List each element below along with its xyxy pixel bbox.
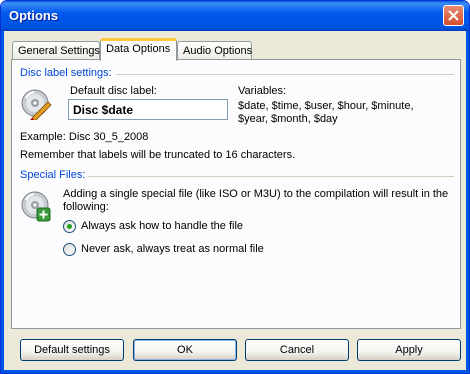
variables-line-1: $date, $time, $user, $hour, $minute, xyxy=(238,100,414,112)
window-title: Options xyxy=(9,8,59,23)
always-ask-radio[interactable] xyxy=(63,220,76,233)
radio-selected-dot xyxy=(67,224,72,229)
window-border-left xyxy=(1,31,4,373)
cancel-button[interactable]: Cancel xyxy=(245,339,349,361)
tab-panel-data-options: Disc label settings: Default disc label:… xyxy=(11,59,461,329)
tab-audio-options[interactable]: Audio Options xyxy=(177,41,252,60)
special-files-description-line-1: Adding a single special file (like ISO o… xyxy=(63,188,449,200)
title-bar[interactable]: Options xyxy=(1,1,469,31)
variables-line-2: $year, $month, $day xyxy=(238,113,338,125)
example-label: Example: Disc 30_5_2008 xyxy=(20,131,149,143)
window-border-right xyxy=(466,31,469,373)
tab-label: General Settings xyxy=(18,45,100,57)
section-divider xyxy=(88,176,454,177)
default-disc-label-input[interactable]: Disc $date xyxy=(68,99,228,120)
always-ask-label[interactable]: Always ask how to handle the file xyxy=(81,220,243,232)
default-settings-button[interactable]: Default settings xyxy=(20,339,124,361)
variables-title: Variables: xyxy=(238,85,287,97)
tab-general-settings[interactable]: General Settings xyxy=(12,41,100,60)
never-ask-radio[interactable] xyxy=(63,243,76,256)
tab-label: Data Options xyxy=(106,43,171,55)
special-files-description-line-2: following: xyxy=(63,201,109,213)
default-disc-label-caption: Default disc label: xyxy=(70,85,157,97)
section-divider xyxy=(116,74,454,75)
disc-label-section-title: Disc label settings: xyxy=(20,67,112,79)
window-border-bottom xyxy=(1,370,469,373)
disc-edit-icon xyxy=(21,89,52,120)
tab-label: Audio Options xyxy=(183,45,253,57)
tab-data-options[interactable]: Data Options xyxy=(100,38,177,61)
apply-button[interactable]: Apply xyxy=(357,339,461,361)
close-button[interactable] xyxy=(443,5,464,26)
close-icon xyxy=(448,10,459,21)
disc-add-icon xyxy=(21,191,51,222)
special-files-section-title: Special Files: xyxy=(20,169,86,181)
options-dialog: Options General Settings Data Options Au… xyxy=(0,0,470,374)
ok-button[interactable]: OK xyxy=(133,339,237,361)
never-ask-label[interactable]: Never ask, always treat as normal file xyxy=(81,243,264,255)
truncation-note: Remember that labels will be truncated t… xyxy=(20,149,296,161)
